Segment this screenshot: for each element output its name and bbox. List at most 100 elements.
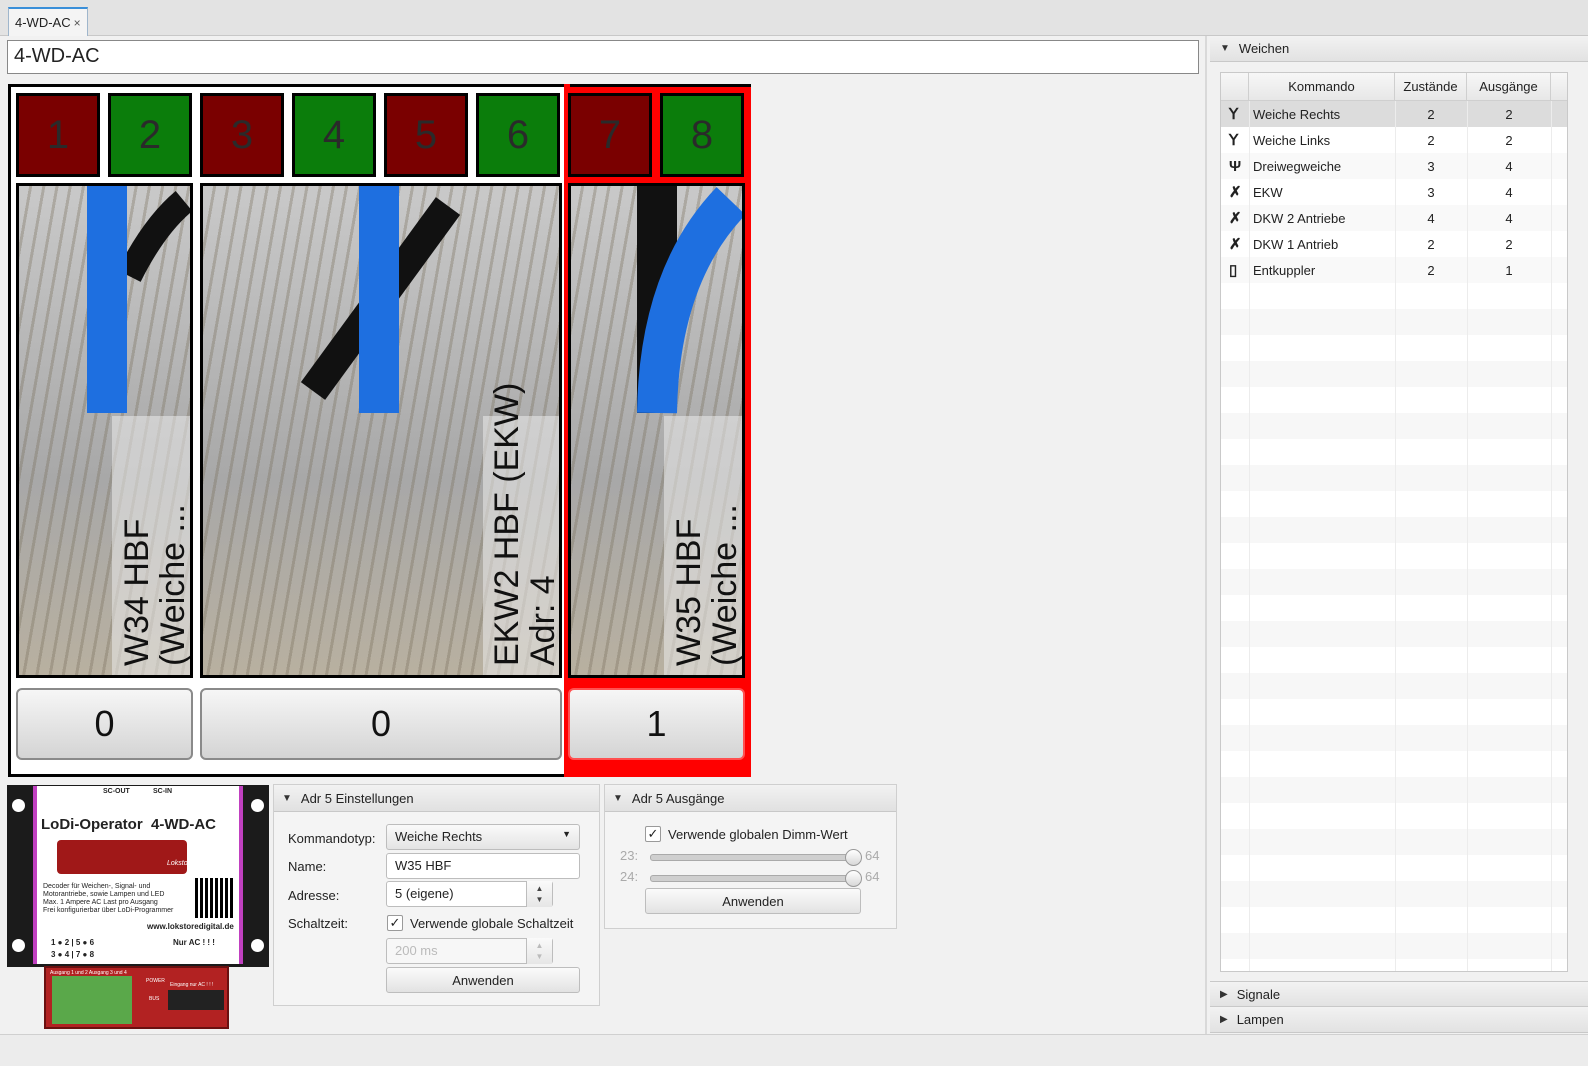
double-slip-icon: ✗ bbox=[1229, 236, 1242, 253]
apply-outputs-button[interactable]: Anwenden bbox=[645, 888, 861, 914]
expand-triangle-icon: ▶ bbox=[1220, 988, 1228, 1000]
bus-label: BUS bbox=[149, 996, 160, 1002]
state-button-1[interactable]: 0 bbox=[16, 688, 193, 760]
column-zustaende[interactable]: Zustände bbox=[1395, 73, 1467, 101]
column-line bbox=[1467, 101, 1468, 971]
output-label: 2 bbox=[138, 112, 162, 157]
empty-rows bbox=[1221, 283, 1567, 971]
collapse-triangle-icon: ▼ bbox=[1220, 43, 1230, 54]
row-zustaende: 2 bbox=[1427, 132, 1435, 148]
title-input[interactable]: 4-WD-AC bbox=[7, 40, 1199, 74]
output-button-6[interactable]: 6 bbox=[476, 93, 560, 177]
switch-panel-1[interactable]: W34 HBF (Weiche ... bbox=[16, 183, 193, 678]
uncoupler-icon: ▯ bbox=[1229, 262, 1238, 279]
brand-label: Lokstoredigital bbox=[167, 860, 213, 867]
apply-settings-button[interactable]: Anwenden bbox=[386, 967, 580, 993]
column-kommando[interactable]: Kommando bbox=[1249, 73, 1395, 101]
signale-title: Signale bbox=[1236, 986, 1281, 1002]
mount-hole bbox=[12, 799, 25, 812]
dimm-checkbox-label: Verwende globalen Dimm-Wert bbox=[668, 827, 848, 842]
qr-code bbox=[195, 878, 235, 918]
slider-23-track[interactable] bbox=[650, 854, 857, 861]
output-button-1[interactable]: 1 bbox=[16, 93, 100, 177]
split-divider[interactable] bbox=[1205, 36, 1207, 1036]
row-zustaende: 2 bbox=[1427, 106, 1435, 122]
spinner-arrows-icon[interactable]: ▲ ▼ bbox=[526, 881, 552, 907]
table-row[interactable]: 𝖸 Weiche Links 2 2 bbox=[1221, 127, 1567, 153]
mount-hole bbox=[12, 939, 25, 952]
panel-2-label: EKW2 HBF (EKW) Adr: 4 bbox=[488, 383, 559, 666]
slider-24-thumb[interactable] bbox=[845, 870, 862, 887]
panel-3-label: W35 HBF (Weiche ... bbox=[670, 504, 742, 666]
adresse-spinner[interactable]: 5 (eigene) ▲ ▼ bbox=[386, 881, 553, 907]
table-row[interactable]: 𝖸 Weiche Rechts 2 2 bbox=[1221, 101, 1567, 127]
table-row[interactable]: ✗ DKW 2 Antriebe 4 4 bbox=[1221, 205, 1567, 231]
row-zustaende: 4 bbox=[1427, 210, 1435, 226]
adresse-label: Adresse: bbox=[288, 888, 340, 903]
output-button-7[interactable]: 7 bbox=[568, 93, 652, 177]
mount-hole bbox=[251, 799, 264, 812]
settings-header[interactable]: ▼ Adr 5 Einstellungen bbox=[274, 785, 599, 812]
feature-line: Frei konfigurierbar über LoDi-Programmer bbox=[43, 907, 174, 914]
slider-23-label: 23: bbox=[620, 848, 639, 863]
sc-in-label: SC-IN bbox=[153, 788, 173, 795]
double-slip-icon: ✗ bbox=[1229, 210, 1242, 227]
table-row[interactable]: ▯ Entkuppler 2 1 bbox=[1221, 257, 1567, 283]
row-ausgaenge: 4 bbox=[1505, 184, 1513, 200]
state-button-2[interactable]: 0 bbox=[200, 688, 562, 760]
collapse-triangle-icon: ▼ bbox=[613, 792, 623, 804]
module-title: LoDi-Operator 4-WD-AC bbox=[41, 816, 216, 833]
outputs-header[interactable]: ▼ Adr 5 Ausgänge bbox=[605, 785, 896, 812]
row-zustaende: 2 bbox=[1427, 262, 1435, 278]
lampen-header[interactable]: ▶ Lampen bbox=[1210, 1007, 1588, 1033]
led-row-1: 1 ● 2 | 5 ● 6 bbox=[51, 938, 95, 947]
schaltzeit-label: Schaltzeit: bbox=[288, 916, 348, 931]
dimm-checkbox[interactable]: ✓ bbox=[645, 826, 661, 842]
signale-header[interactable]: ▶ Signale bbox=[1210, 981, 1588, 1007]
turnout-left-icon: 𝖸 bbox=[1229, 132, 1239, 149]
panel-1-type: (Weiche ... bbox=[154, 504, 192, 666]
table-row[interactable]: ✗ DKW 1 Antrieb 2 2 bbox=[1221, 231, 1567, 257]
name-field[interactable]: W35 HBF bbox=[386, 853, 580, 879]
feature-line: Motorantriebe, sowie Lampen und LED bbox=[43, 891, 165, 898]
output-button-5[interactable]: 5 bbox=[384, 93, 468, 177]
name-label: Name: bbox=[288, 859, 327, 874]
output-button-4[interactable]: 4 bbox=[292, 93, 376, 177]
weichen-header[interactable]: ▼ Weichen bbox=[1210, 36, 1588, 62]
row-ausgaenge: 2 bbox=[1505, 132, 1513, 148]
table-row[interactable]: ✗ EKW 3 4 bbox=[1221, 179, 1567, 205]
switch-panel-3[interactable]: W35 HBF (Weiche ... bbox=[568, 183, 745, 678]
tab-label: 4-WD-AC bbox=[15, 15, 71, 30]
row-ausgaenge: 4 bbox=[1505, 158, 1513, 174]
kommandotyp-select[interactable]: Weiche Rechts ▼ bbox=[386, 824, 580, 850]
table-row[interactable]: Ψ Dreiwegweiche 3 4 bbox=[1221, 153, 1567, 179]
decoder-board: 1 2 3 4 5 6 7 8 W34 HBF (Weiche ... EKW2… bbox=[8, 84, 751, 777]
output-button-8[interactable]: 8 bbox=[660, 93, 744, 177]
tab-4-wd-ac[interactable]: 4-WD-AC × bbox=[8, 7, 88, 36]
led-row-2: 3 ● 4 | 7 ● 8 bbox=[51, 950, 95, 959]
input-terminal bbox=[168, 990, 224, 1010]
settings-panel: ▼ Adr 5 Einstellungen Kommandotyp: Weich… bbox=[273, 784, 600, 1006]
row-name: DKW 1 Antrieb bbox=[1253, 236, 1339, 252]
single-slip-icon: ✗ bbox=[1229, 184, 1242, 201]
schaltzeit-checkbox[interactable]: ✓ bbox=[387, 915, 403, 931]
slider-24-track[interactable] bbox=[650, 875, 857, 882]
output-button-2[interactable]: 2 bbox=[108, 93, 192, 177]
column-ausgaenge[interactable]: Ausgänge bbox=[1467, 73, 1551, 101]
output-label: 5 bbox=[414, 112, 438, 157]
row-zustaende: 2 bbox=[1427, 236, 1435, 252]
switch-panel-2[interactable]: EKW2 HBF (EKW) Adr: 4 bbox=[200, 183, 562, 678]
slider-23-thumb[interactable] bbox=[845, 849, 862, 866]
row-zustaende: 3 bbox=[1427, 184, 1435, 200]
state-button-3[interactable]: 1 bbox=[568, 688, 745, 760]
url-label: www.lokstoredigital.de bbox=[147, 922, 234, 931]
power-label: POWER bbox=[146, 978, 165, 984]
row-ausgaenge: 2 bbox=[1505, 236, 1513, 252]
adresse-value: 5 (eigene) bbox=[395, 886, 454, 901]
output-button-3[interactable]: 3 bbox=[200, 93, 284, 177]
feature-line: Decoder für Weichen-, Signal- und bbox=[43, 883, 151, 890]
lampen-title: Lampen bbox=[1236, 1012, 1284, 1027]
column-line bbox=[1395, 101, 1396, 971]
output-label: 3 bbox=[230, 112, 254, 157]
close-icon[interactable]: × bbox=[74, 16, 81, 30]
